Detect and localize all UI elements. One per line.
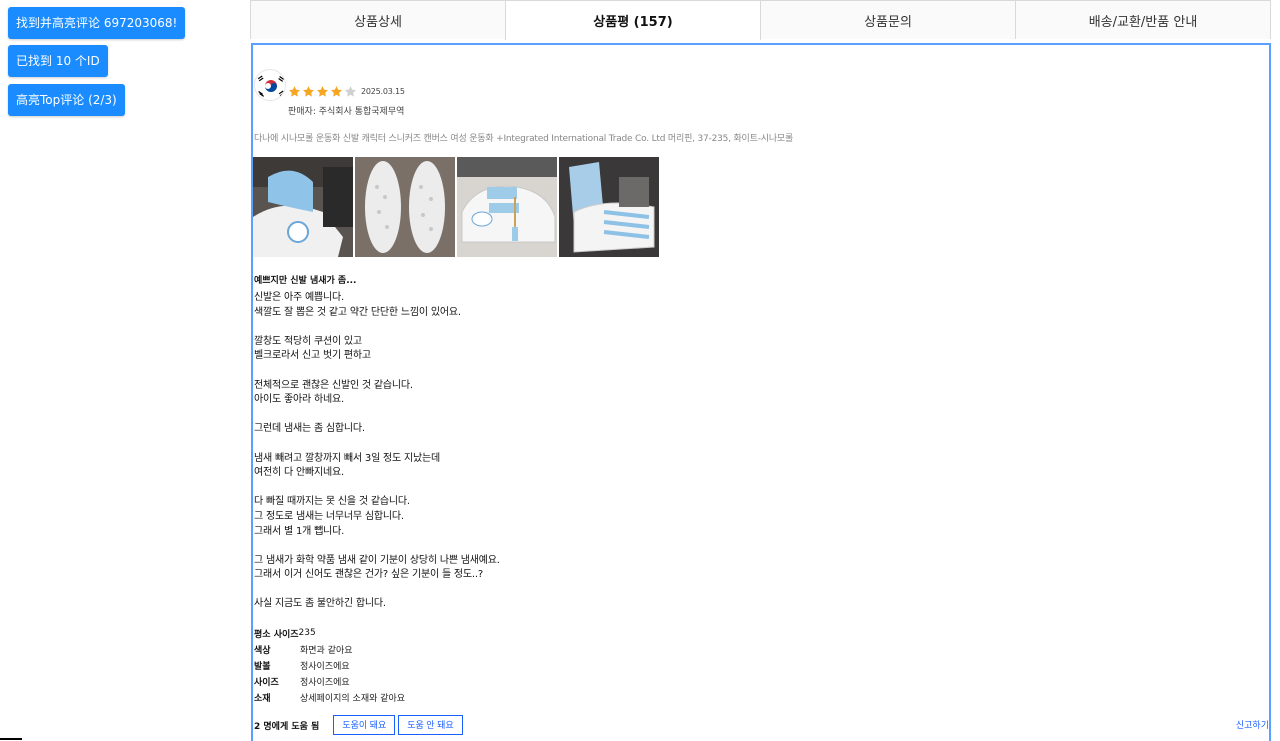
attribute-value: 정사이즈에요 xyxy=(300,677,350,688)
star-icon xyxy=(317,86,328,97)
review-attributes: 평소 사이즈 235 색상 화면과 같아요 발볼 정사이즈에요 사이즈 정사이즈… xyxy=(254,625,405,705)
review-photo[interactable] xyxy=(559,157,659,257)
helpful-section: 2 명에게 도움 됨 도움이 돼요 도움 안 돼요 xyxy=(254,715,466,735)
review-date: 2025.03.15 xyxy=(361,87,405,96)
tab-shipping-info[interactable]: 배송/교환/반품 안내 xyxy=(1015,0,1271,39)
attribute-value: 화면과 같아요 xyxy=(300,645,353,656)
scroll-indicator xyxy=(0,738,22,740)
attribute-row: 사이즈 정사이즈에요 xyxy=(254,673,405,689)
helpful-yes-button[interactable]: 도움이 돼요 xyxy=(333,715,396,735)
helpful-no-button[interactable]: 도움 안 돼요 xyxy=(398,715,463,735)
attribute-row: 소재 상세페이지의 소재와 같아요 xyxy=(254,689,405,705)
review-photo[interactable] xyxy=(355,157,455,257)
attribute-row: 발볼 정사이즈에요 xyxy=(254,657,405,673)
highlight-top-button[interactable]: 高亮Top评论 (2/3) xyxy=(8,84,125,116)
rating-stars: 2025.03.15 xyxy=(288,85,405,98)
review-photos xyxy=(253,157,661,257)
review-headline: 예쁘지만 신발 냄새가 좀... xyxy=(254,276,357,286)
review-photo[interactable] xyxy=(253,157,353,257)
attribute-value: 상세페이지의 소재와 같아요 xyxy=(300,693,406,704)
found-ids-button[interactable]: 已找到 10 个ID xyxy=(8,45,108,77)
review-body: 신발은 아주 예쁩니다. 색깔도 잘 뽑은 것 같고 약간 단단한 느낌이 있어… xyxy=(254,292,500,610)
star-empty-icon xyxy=(345,86,356,97)
review-photo[interactable] xyxy=(457,157,557,257)
tab-reviews[interactable]: 상품평 (157) xyxy=(505,0,761,40)
usual-size: 평소 사이즈 235 xyxy=(254,625,405,641)
attribute-row: 색상 화면과 같아요 xyxy=(254,641,405,657)
helpful-count: 2 명에게 도움 됨 xyxy=(254,721,320,732)
attribute-value: 정사이즈에요 xyxy=(300,661,350,672)
attribute-key: 사이즈 xyxy=(254,677,279,688)
attribute-key: 소재 xyxy=(254,693,271,704)
attribute-key: 발볼 xyxy=(254,661,271,672)
tab-product-detail[interactable]: 상품상세 xyxy=(250,0,506,39)
find-highlight-button[interactable]: 找到并高亮评论 697203068! xyxy=(8,7,186,39)
star-icon xyxy=(289,86,300,97)
star-icon xyxy=(303,86,314,97)
seller-name: 판매자: 주식회사 통합국제무역 xyxy=(288,107,405,117)
star-icon xyxy=(331,86,342,97)
purchased-option: 다나에 시나모롤 운동화 신발 캐릭터 스니커즈 캔버스 여성 운동화 +Int… xyxy=(254,134,794,144)
attribute-key: 색상 xyxy=(254,645,271,656)
product-tabs: 상품상세 상품평 (157) 상품문의 배송/교환/반품 안내 xyxy=(250,0,1271,40)
report-link[interactable]: 신고하기 xyxy=(1236,718,1269,731)
usual-size-value: 235 xyxy=(298,628,316,638)
review-card: 2025.03.15 판매자: 주식회사 통합국제무역 다나에 시나모롤 운동화… xyxy=(251,43,1271,741)
korea-flag-icon xyxy=(254,69,286,101)
tab-product-inquiry[interactable]: 상품문의 xyxy=(760,0,1016,39)
usual-size-label: 평소 사이즈 xyxy=(254,629,299,640)
